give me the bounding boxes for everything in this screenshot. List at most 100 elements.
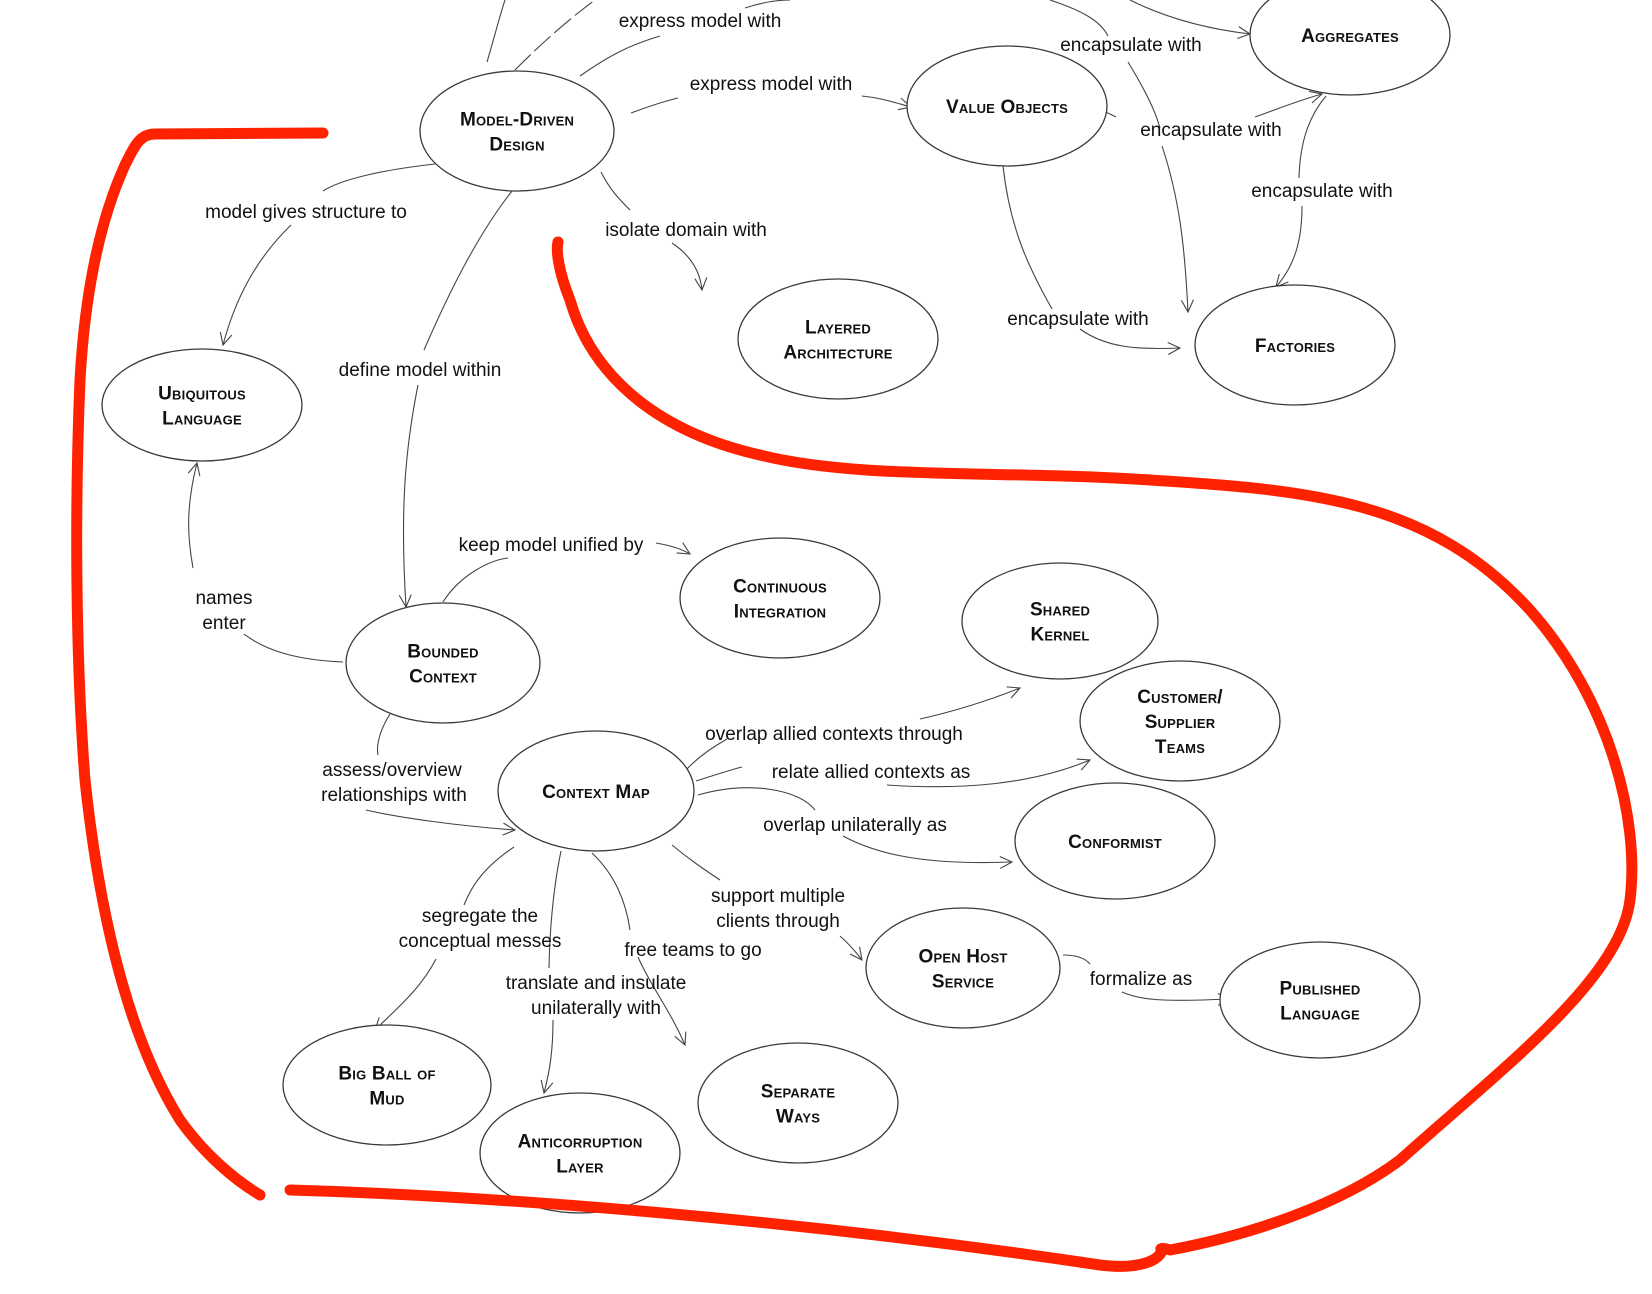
- node-label: Customer/: [1137, 687, 1223, 708]
- node-ellipse: [479, 1092, 681, 1214]
- edge-mdd-bc-top: [423, 185, 517, 351]
- node-layered-architecture: Layered Architecture: [737, 278, 939, 400]
- edge-label-segregate-1: segregate the: [422, 906, 538, 927]
- node-label: Separate: [761, 1082, 836, 1103]
- node-label: Bounded: [407, 642, 478, 663]
- edge-label-express-model-top: express model with: [619, 11, 782, 32]
- edge-bc-ul-bottom: [243, 633, 344, 663]
- node-label: Language: [162, 409, 242, 430]
- edge-bc-cm: [365, 809, 515, 830]
- node-label: Context: [409, 667, 477, 688]
- edge-ohs-pl: [1121, 991, 1230, 1000]
- edge-label-translate-1: translate and insulate: [506, 973, 687, 994]
- node-label: Open Host: [918, 947, 1007, 968]
- edge-vo-factories-2: [1079, 328, 1180, 349]
- edge-label-overlap-unilaterally: overlap unilaterally as: [763, 815, 947, 836]
- edge-label-segregate-2: conceptual messes: [399, 931, 562, 952]
- node-label: Published: [1280, 979, 1361, 1000]
- edge-mdd-ul: [223, 224, 292, 345]
- edge-mdd-express-top: [579, 35, 661, 77]
- edge-mdd-offscreen-2: [514, 0, 596, 71]
- node-factories: Factories: [1194, 284, 1396, 406]
- edge-cm-bbom-top: [463, 846, 515, 906]
- edge-bc-cm-top: [376, 713, 391, 756]
- node-ellipse: [101, 348, 303, 462]
- edge-mdd-ul-top: [322, 163, 436, 192]
- node-big-ball-of-mud: Big Ball of Mud: [282, 1024, 492, 1146]
- node-ellipse: [737, 278, 939, 400]
- edge-top-factories: [1127, 61, 1161, 129]
- edge-label-model-gives-structure: model gives structure to: [205, 202, 407, 223]
- annotation-loop-bottom-right: [284, 236, 1638, 1272]
- node-label: Kernel: [1031, 625, 1090, 646]
- edge-cm-conformist: [842, 835, 1012, 863]
- node-ellipse: [697, 1042, 899, 1164]
- node-ellipse: [345, 602, 541, 724]
- node-label: Integration: [734, 602, 826, 623]
- edge-top-aggregates: [1129, 0, 1250, 34]
- node-label: Shared: [1030, 600, 1090, 621]
- edge-mdd-offscreen-1: [486, 0, 506, 63]
- node-bounded-context: Bounded Context: [345, 602, 541, 724]
- node-value-objects: Value Objects: [906, 45, 1108, 167]
- node-label: Big Ball of: [338, 1064, 435, 1085]
- node-ubiquitous-language: Ubiquitous Language: [101, 348, 303, 462]
- node-open-host-service: Open Host Service: [865, 907, 1061, 1029]
- node-label: Model-Driven: [460, 110, 574, 131]
- node-customer-supplier-teams: Customer/Supplier Teams: [1079, 660, 1281, 782]
- ddd-navigation-map: Model-Driven Design Value Objects Aggregate…: [71, 0, 1638, 1272]
- node-shared-kernel: Shared Kernel: [961, 562, 1159, 680]
- edge-label-express-model-vo: express model with: [690, 74, 853, 95]
- edge-label-support-2: clients through: [716, 911, 840, 932]
- edge-express-top-continue: [744, 0, 791, 9]
- edge-label-formalize: formalize as: [1090, 969, 1192, 990]
- edge-bc-ul: [189, 463, 197, 569]
- node-aggregates: Aggregates: [1249, 0, 1451, 96]
- node-label: Layer: [556, 1157, 604, 1178]
- edge-label-encapsulate-agg-fac: encapsulate with: [1251, 181, 1393, 202]
- edge-mdd-isolate: [600, 171, 631, 211]
- edge-label-define-model-within: define model within: [339, 360, 502, 381]
- edge-cm-ohs: [671, 844, 721, 881]
- edge-label-free-teams: free teams to go: [624, 940, 761, 961]
- node-published-language: Published Language: [1219, 941, 1421, 1059]
- edge-aggregates-factories: [1298, 95, 1327, 179]
- edge-label-assess-2: relationships with: [321, 785, 467, 806]
- edge-cm-sw-top: [591, 852, 631, 931]
- node-label: Supplier: [1145, 712, 1216, 733]
- node-continuous-integration: Continuous Integration: [679, 537, 881, 659]
- edge-top-encapsulate-left: [1049, 0, 1109, 37]
- edge-isolate-layered: [671, 242, 702, 290]
- annotation-loop-left: [71, 127, 329, 1201]
- node-ellipse: [1219, 941, 1421, 1059]
- edge-cm-ohs-2: [839, 935, 862, 960]
- edge-cm-cst: [695, 766, 743, 782]
- node-label: Service: [932, 972, 994, 993]
- edge-cm-bbom: [375, 958, 437, 1030]
- edge-top-factories-2: [1161, 145, 1188, 312]
- edge-label-relate-allied: relate allied contexts as: [772, 762, 971, 783]
- node-label: Value Objects: [946, 97, 1068, 118]
- node-label: Anticorruption: [518, 1132, 643, 1153]
- node-label: Ways: [776, 1107, 820, 1128]
- edge-cm-acl: [544, 1019, 554, 1093]
- edge-label-translate-2: unilaterally with: [531, 998, 661, 1019]
- node-label: Context Map: [542, 782, 650, 803]
- edge-label-keep-unified: keep model unified by: [459, 535, 644, 556]
- edge-vo-aggregates-b: [1254, 94, 1322, 118]
- edge-label-support-1: support multiple: [711, 886, 845, 907]
- node-context-map: Context Map: [497, 730, 695, 852]
- node-label: Architecture: [783, 343, 892, 364]
- node-label: Layered: [805, 318, 871, 339]
- edge-label-overlap-allied: overlap allied contexts through: [705, 724, 963, 745]
- node-ellipse: [419, 70, 615, 192]
- edge-bc-ci: [442, 557, 509, 603]
- nodes: Model-Driven Design Value Objects Aggregate…: [101, 0, 1451, 1214]
- edge-label-names-enter-2: enter: [202, 613, 246, 634]
- edge-cm-sk-2: [919, 688, 1020, 720]
- edge-bc-ci-arrow: [655, 543, 690, 554]
- edge-label-names-enter-1: names: [195, 588, 252, 609]
- node-label: Conformist: [1068, 832, 1162, 853]
- edge-cm-conformist-a: [697, 787, 816, 811]
- edge-ohs-pl-a: [1062, 954, 1091, 965]
